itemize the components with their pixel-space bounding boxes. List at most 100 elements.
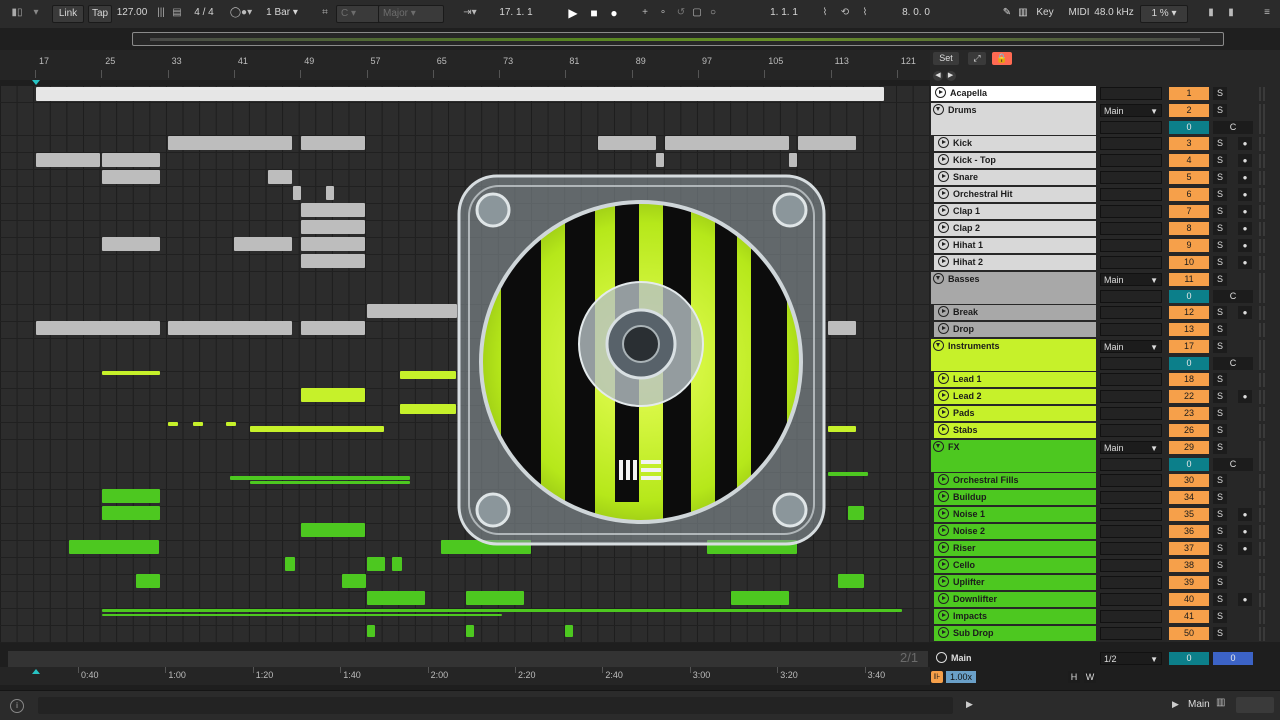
track-name[interactable]: Kick - Top bbox=[934, 153, 1096, 168]
input-field[interactable] bbox=[1100, 525, 1162, 538]
track-play-icon[interactable] bbox=[938, 491, 949, 502]
clip[interactable] bbox=[102, 371, 160, 375]
track-play-icon[interactable] bbox=[938, 424, 949, 435]
main-volume[interactable]: 0 bbox=[1169, 652, 1209, 665]
time-signature-field[interactable]: 4 / 4 bbox=[186, 5, 222, 21]
input-field[interactable] bbox=[1100, 306, 1162, 319]
input-field[interactable] bbox=[1100, 121, 1162, 134]
clip[interactable] bbox=[798, 136, 856, 150]
track-play-icon[interactable] bbox=[938, 627, 949, 638]
track-play-icon[interactable] bbox=[938, 593, 949, 604]
track-header[interactable]: Riser 37 S ● bbox=[930, 541, 1280, 558]
track-play-icon[interactable] bbox=[938, 171, 949, 182]
track-header[interactable]: Noise 2 36 S ● bbox=[930, 524, 1280, 541]
clip[interactable] bbox=[36, 153, 100, 167]
input-field[interactable] bbox=[1100, 390, 1162, 403]
track-name[interactable]: Uplifter bbox=[934, 575, 1096, 590]
follow-icon[interactable]: ⇥▾ bbox=[460, 5, 480, 21]
input-field[interactable] bbox=[1100, 154, 1162, 167]
track-name[interactable]: Hihat 2 bbox=[934, 255, 1096, 270]
solo-button[interactable]: S bbox=[1213, 424, 1227, 437]
time-ruler[interactable]: 0:40 1:00 1:20 1:40 2:00 2:20 2:40 3:00 3:20 3:40 bbox=[0, 667, 930, 685]
draw-mode-icon[interactable]: ✎ bbox=[1000, 5, 1014, 21]
track-header[interactable]: Basses Main ▼ 11 S 0 C bbox=[930, 272, 1280, 305]
loop-icon[interactable]: ⟲ bbox=[836, 5, 854, 21]
input-field[interactable] bbox=[1100, 559, 1162, 572]
input-field[interactable] bbox=[1100, 137, 1162, 150]
track-play-icon[interactable] bbox=[938, 508, 949, 519]
play-icon[interactable]: ▶ bbox=[566, 5, 580, 21]
input-field[interactable] bbox=[1100, 222, 1162, 235]
clip[interactable] bbox=[848, 506, 864, 520]
input-field[interactable] bbox=[1100, 576, 1162, 589]
mixer-icon[interactable]: ▥ bbox=[1216, 697, 1230, 711]
solo-button[interactable]: S bbox=[1213, 205, 1227, 218]
crossfade-button[interactable]: C bbox=[1213, 357, 1253, 370]
arm-icon[interactable]: ● bbox=[1238, 508, 1252, 521]
track-header[interactable]: Clap 1 7 S ● bbox=[930, 204, 1280, 221]
arm-icon[interactable]: ● bbox=[1238, 239, 1252, 252]
clip[interactable] bbox=[301, 523, 365, 537]
solo-button[interactable]: S bbox=[1213, 525, 1227, 538]
solo-button[interactable]: S bbox=[1213, 390, 1227, 403]
punch-out-icon[interactable]: ⌇ bbox=[856, 5, 874, 21]
track-name[interactable]: Basses bbox=[931, 272, 1096, 304]
clip[interactable] bbox=[136, 574, 160, 588]
play-icon[interactable]: ▶ bbox=[1172, 699, 1179, 710]
track-activator[interactable]: 39 bbox=[1169, 576, 1209, 589]
input-field[interactable] bbox=[1100, 323, 1162, 336]
track-name[interactable]: Clap 1 bbox=[934, 204, 1096, 219]
clip[interactable] bbox=[301, 237, 365, 251]
track-play-icon[interactable] bbox=[938, 373, 949, 384]
clip[interactable] bbox=[69, 540, 159, 554]
clip[interactable] bbox=[234, 237, 292, 251]
track-play-icon[interactable] bbox=[938, 137, 949, 148]
fold-icon[interactable] bbox=[933, 104, 944, 115]
output-routing-select[interactable]: Main ▼ bbox=[1100, 441, 1162, 454]
arm-icon[interactable]: ● bbox=[1238, 542, 1252, 555]
solo-button[interactable]: S bbox=[1213, 373, 1227, 386]
track-header[interactable]: Kick - Top 4 S ● bbox=[930, 153, 1280, 170]
group-volume[interactable]: 0 bbox=[1169, 121, 1209, 134]
start-marker-icon[interactable] bbox=[32, 80, 40, 85]
view-toggle-icon[interactable]: ▮▯ bbox=[8, 5, 26, 21]
track-name[interactable]: Lead 2 bbox=[934, 389, 1096, 404]
track-name[interactable]: Cello bbox=[934, 558, 1096, 573]
track-activator[interactable]: 37 bbox=[1169, 542, 1209, 555]
track-header[interactable]: Impacts 41 S bbox=[930, 609, 1280, 626]
solo-button[interactable]: S bbox=[1213, 474, 1227, 487]
clip[interactable] bbox=[102, 170, 160, 184]
clip[interactable] bbox=[36, 87, 884, 101]
solo-button[interactable]: S bbox=[1213, 154, 1227, 167]
track-activator[interactable]: 3 bbox=[1169, 137, 1209, 150]
track-header[interactable]: Buildup 34 S bbox=[930, 490, 1280, 507]
track-activator[interactable]: 4 bbox=[1169, 154, 1209, 167]
input-field[interactable] bbox=[1100, 373, 1162, 386]
clip[interactable] bbox=[285, 557, 295, 571]
track-lane[interactable] bbox=[0, 626, 930, 643]
nudge-icon[interactable]: ▤ bbox=[172, 5, 182, 21]
track-activator[interactable]: 2 bbox=[1169, 104, 1209, 117]
input-field[interactable] bbox=[1100, 239, 1162, 252]
clip[interactable] bbox=[342, 574, 366, 588]
track-header[interactable]: Orchestral Fills 30 S bbox=[930, 473, 1280, 490]
solo-button[interactable]: S bbox=[1213, 256, 1227, 269]
clip[interactable] bbox=[301, 203, 365, 217]
track-activator[interactable]: 38 bbox=[1169, 559, 1209, 572]
record-icon[interactable]: ● bbox=[607, 5, 621, 21]
clip[interactable] bbox=[301, 254, 365, 268]
solo-button[interactable]: S bbox=[1213, 441, 1227, 454]
track-activator[interactable]: 26 bbox=[1169, 424, 1209, 437]
solo-button[interactable]: S bbox=[1213, 407, 1227, 420]
input-field[interactable] bbox=[1100, 627, 1162, 640]
solo-button[interactable]: S bbox=[1213, 340, 1227, 353]
clip[interactable] bbox=[168, 422, 178, 426]
w-button[interactable]: W bbox=[1084, 671, 1096, 683]
solo-button[interactable]: S bbox=[1213, 222, 1227, 235]
arm-icon[interactable]: ● bbox=[1238, 171, 1252, 184]
clip[interactable] bbox=[731, 591, 789, 605]
track-play-icon[interactable] bbox=[938, 239, 949, 250]
quantize-select[interactable]: 1 Bar ▾ bbox=[262, 5, 302, 21]
track-play-icon[interactable] bbox=[938, 323, 949, 334]
clip[interactable] bbox=[230, 476, 410, 480]
